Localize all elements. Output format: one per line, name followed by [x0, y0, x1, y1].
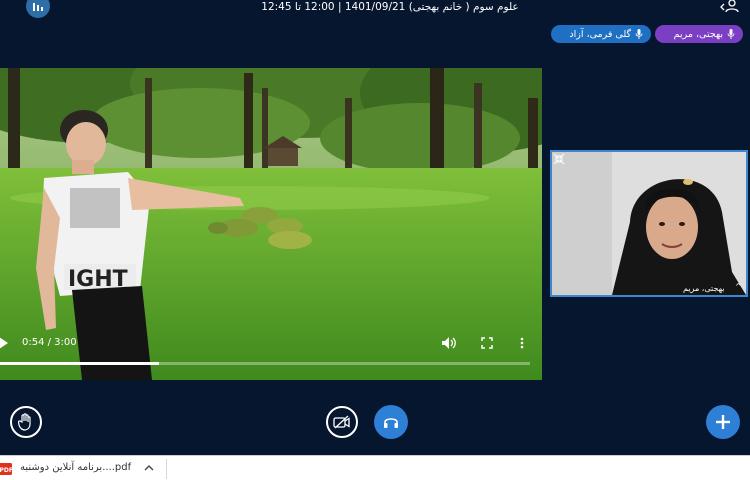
more-options-icon[interactable]: [519, 337, 525, 349]
collapse-icon[interactable]: [553, 153, 565, 165]
video-progress-bar[interactable]: [0, 362, 530, 365]
video-controls: [0, 331, 542, 371]
chevron-up-icon[interactable]: [143, 461, 155, 475]
participant-pill-behjati[interactable]: بهجتی، مریم: [655, 25, 743, 43]
webcam-participant-name: بهجتی، مریم: [683, 284, 725, 293]
add-actions-button[interactable]: [706, 405, 740, 439]
downloaded-file-name[interactable]: برنامه آنلاین دوشنبه....pdf: [20, 462, 131, 473]
play-icon[interactable]: [0, 337, 9, 349]
headphones-icon: [384, 418, 398, 428]
divider: [166, 459, 167, 479]
video-progress-fill: [0, 362, 159, 365]
pdf-file-icon: PDF: [0, 463, 12, 475]
hand-icon: [18, 413, 31, 431]
top-bar: علوم سوم ( خانم بهجتی) 1401/09/21 | 12:0…: [0, 0, 750, 18]
session-title: علوم سوم ( خانم بهجتی) 1401/09/21 | 12:0…: [261, 1, 519, 13]
microphone-icon: [727, 29, 735, 39]
microphone-icon: [635, 29, 643, 39]
video-time: 0:54 / 3:00: [22, 337, 77, 348]
participant-pill-golifarmi[interactable]: گلی فرمی، آزاد: [551, 25, 651, 43]
fullscreen-icon[interactable]: [481, 337, 493, 349]
participant-name: بهجتی، مریم: [673, 28, 723, 40]
webcam-frame: [552, 152, 746, 295]
webcam-tile[interactable]: [550, 150, 748, 297]
user-icon[interactable]: [720, 0, 740, 13]
svg-text:PDF: PDF: [0, 467, 12, 474]
caret-up-icon[interactable]: ^: [735, 282, 742, 291]
camera-toggle-button[interactable]: [326, 406, 358, 438]
audio-button[interactable]: [374, 405, 408, 439]
plus-icon: [716, 415, 730, 429]
volume-icon[interactable]: [442, 337, 456, 349]
download-bar: PDF برنامه آنلاین دوشنبه....pdf: [0, 455, 750, 480]
participant-name: گلی فرمی، آزاد: [569, 28, 631, 40]
camera-off-icon: [333, 415, 350, 429]
raise-hand-button[interactable]: [10, 406, 42, 438]
